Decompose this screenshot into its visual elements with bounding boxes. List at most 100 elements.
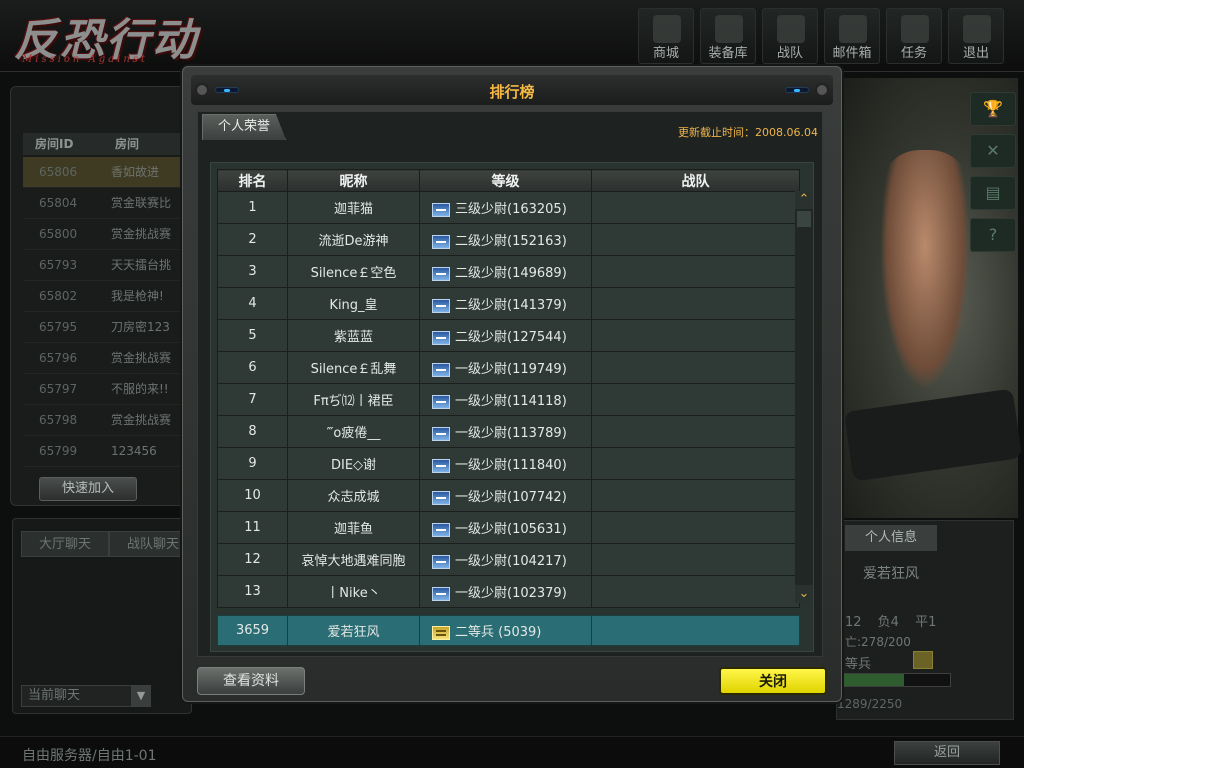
- help-icon[interactable]: ?: [970, 218, 1016, 252]
- self-level: 二等兵 (5039): [455, 625, 542, 640]
- room-row[interactable]: 65797 不服的来!!: [23, 374, 191, 405]
- table-row[interactable]: 1 迦菲猫 三级少尉(163205): [217, 191, 800, 224]
- level-cell: 一级少尉(111840): [419, 447, 592, 480]
- room-id: 65798: [39, 413, 78, 427]
- notes-icon[interactable]: ▤: [970, 176, 1016, 210]
- level-text: 二级少尉(152163): [455, 234, 567, 249]
- nav-mission-button[interactable]: 任务: [886, 8, 942, 64]
- view-profile-button[interactable]: 查看资料: [197, 667, 305, 695]
- rank-cell: 4: [217, 287, 288, 320]
- rank-cell: 8: [217, 415, 288, 448]
- player-rank: 等兵: [845, 657, 872, 672]
- table-row[interactable]: 3 Silence￡空色 二级少尉(149689): [217, 255, 800, 288]
- leaderboard-table: 排名 昵称 等级 战队 1 迦菲猫 三级少尉(163205) 2 流逝De游神 二级少尉(…: [217, 169, 800, 608]
- scrollbar[interactable]: ⌃ ⌄: [795, 191, 813, 603]
- leaderboard-rows: 1 迦菲猫 三级少尉(163205) 2 流逝De游神 二级少尉(152163) 3 Sile…: [217, 191, 800, 608]
- nick-cell: King_皇: [287, 287, 420, 320]
- rank-cell: 3: [217, 255, 288, 288]
- screw-icon: [815, 83, 829, 97]
- leaderboard-body: 个人荣誉 更新截止时间：2008.06.04 排名 昵称 等级 战队 1 迦菲猫 三…: [197, 111, 823, 657]
- room-row[interactable]: 65793 天天擂台挑: [23, 250, 191, 281]
- rank-cell: 9: [217, 447, 288, 480]
- rank-cell: 2: [217, 223, 288, 256]
- room-row[interactable]: 65795 刀房密123: [23, 312, 191, 343]
- nav-label: 商城: [652, 46, 679, 61]
- room-row[interactable]: 65800 赏金挑战赛: [23, 219, 191, 250]
- rank-cell: 11: [217, 511, 288, 544]
- nav-mailbox-button[interactable]: 邮件箱: [824, 8, 880, 64]
- tools-icon[interactable]: ✕: [970, 134, 1016, 168]
- table-row[interactable]: 2 流逝De游神 二级少尉(152163): [217, 223, 800, 256]
- room-id: 65804: [39, 196, 78, 210]
- room-row[interactable]: 65804 赏金联赛比: [23, 188, 191, 219]
- chevron-down-icon[interactable]: ▼: [131, 686, 151, 706]
- tab-personal-honor[interactable]: 个人荣誉: [202, 114, 286, 140]
- nav-armory-button[interactable]: 装备库: [700, 8, 756, 64]
- table-row[interactable]: 10 众志成城 一级少尉(107742): [217, 479, 800, 512]
- tab-lobby-chat[interactable]: 大厅聊天: [21, 531, 109, 557]
- leaderboard-table-area: 排名 昵称 等级 战队 1 迦菲猫 三级少尉(163205) 2 流逝De游神 二级少尉(…: [210, 162, 814, 652]
- self-rank-row[interactable]: 3659 爱若狂风 二等兵 (5039): [217, 615, 800, 646]
- lieutenant-rank-icon: [432, 266, 450, 281]
- close-button[interactable]: 关闭: [719, 667, 827, 695]
- nav-clan-button[interactable]: 战队: [762, 8, 818, 64]
- level-text: 三级少尉(163205): [455, 202, 567, 217]
- chevron-down-icon[interactable]: ⌄: [795, 585, 813, 603]
- clan-cell: [591, 543, 800, 576]
- room-row[interactable]: 65796 赏金挑战赛: [23, 343, 191, 374]
- room-row[interactable]: 65802 我是枪神!: [23, 281, 191, 312]
- level-text: 一级少尉(105631): [455, 522, 567, 537]
- lieutenant-rank-icon: [432, 554, 450, 569]
- table-row[interactable]: 9 DIE◇谢 一级少尉(111840): [217, 447, 800, 480]
- table-row[interactable]: 7 Fπぢ⑿丨裙臣 一级少尉(114118): [217, 383, 800, 416]
- level-cell: 三级少尉(163205): [419, 191, 592, 224]
- nav-exit-button[interactable]: 退出: [948, 8, 1004, 64]
- rank-cell: 10: [217, 479, 288, 512]
- room-list-header: 房间ID 房间: [23, 133, 191, 155]
- clan-cell: [591, 479, 800, 512]
- table-row[interactable]: 4 King_皇 二级少尉(141379): [217, 287, 800, 320]
- chevron-up-icon[interactable]: ⌃: [795, 191, 813, 209]
- quick-join-button[interactable]: 快速加入: [39, 477, 137, 501]
- lieutenant-rank-icon: [432, 330, 450, 345]
- dialog-title: 排行榜: [489, 83, 535, 101]
- table-row[interactable]: 13 丨Nike丶 一级少尉(102379): [217, 575, 800, 608]
- back-button[interactable]: 返回: [894, 741, 1000, 765]
- clan-cell: [591, 255, 800, 288]
- table-row[interactable]: 8 ‴o疲倦__ 一级少尉(113789): [217, 415, 800, 448]
- nav-label: 退出: [962, 46, 989, 61]
- nav-shop-button[interactable]: 商城: [638, 8, 694, 64]
- lieutenant-rank-icon: [432, 298, 450, 313]
- level-text: 一级少尉(114118): [455, 394, 567, 409]
- table-row[interactable]: 6 Silence￡乱舞 一级少尉(119749): [217, 351, 800, 384]
- room-id: 65797: [39, 382, 78, 396]
- room-row[interactable]: 65806 香如故进: [23, 157, 191, 188]
- level-cell: 二级少尉(127544): [419, 319, 592, 352]
- level-cell: 二级少尉(152163): [419, 223, 592, 256]
- tab-personal-info[interactable]: 个人信息: [845, 525, 937, 551]
- table-row[interactable]: 11 迦菲鱼 一级少尉(105631): [217, 511, 800, 544]
- nick-cell: 迦菲鱼: [287, 511, 420, 544]
- table-row[interactable]: 12 哀悼大地遇难同胞 一级少尉(104217): [217, 543, 800, 576]
- level-text: 一级少尉(104217): [455, 554, 567, 569]
- level-text: 一级少尉(111840): [455, 458, 567, 473]
- nick-cell: 丨Nike丶: [287, 575, 420, 608]
- scroll-thumb[interactable]: [797, 211, 811, 227]
- self-level-cell: 二等兵 (5039): [419, 615, 592, 646]
- table-header-row: 排名 昵称 等级 战队: [217, 169, 800, 192]
- trophy-icon[interactable]: 🏆: [970, 92, 1016, 126]
- col-room-name: 房间: [115, 137, 140, 151]
- level-text: 二级少尉(149689): [455, 266, 567, 281]
- personal-info-panel: 个人信息 爱若狂风 12 负4 平1 亡:278/200 等兵 1289/225…: [836, 520, 1014, 720]
- table-row[interactable]: 5 紫蓝蓝 二级少尉(127544): [217, 319, 800, 352]
- lieutenant-rank-icon: [432, 490, 450, 505]
- main-nav: 商城 装备库 战队 邮件箱 任务 退出: [638, 8, 1004, 64]
- self-rank-table: 3659 爱若狂风 二等兵 (5039): [217, 615, 800, 646]
- level-text: 一级少尉(107742): [455, 490, 567, 505]
- room-row[interactable]: 65799 123456: [23, 436, 191, 467]
- room-id: 65793: [39, 258, 78, 272]
- clan-cell: [591, 191, 800, 224]
- room-row[interactable]: 65798 赏金挑战赛: [23, 405, 191, 436]
- lieutenant-rank-icon: [432, 522, 450, 537]
- level-cell: 二级少尉(149689): [419, 255, 592, 288]
